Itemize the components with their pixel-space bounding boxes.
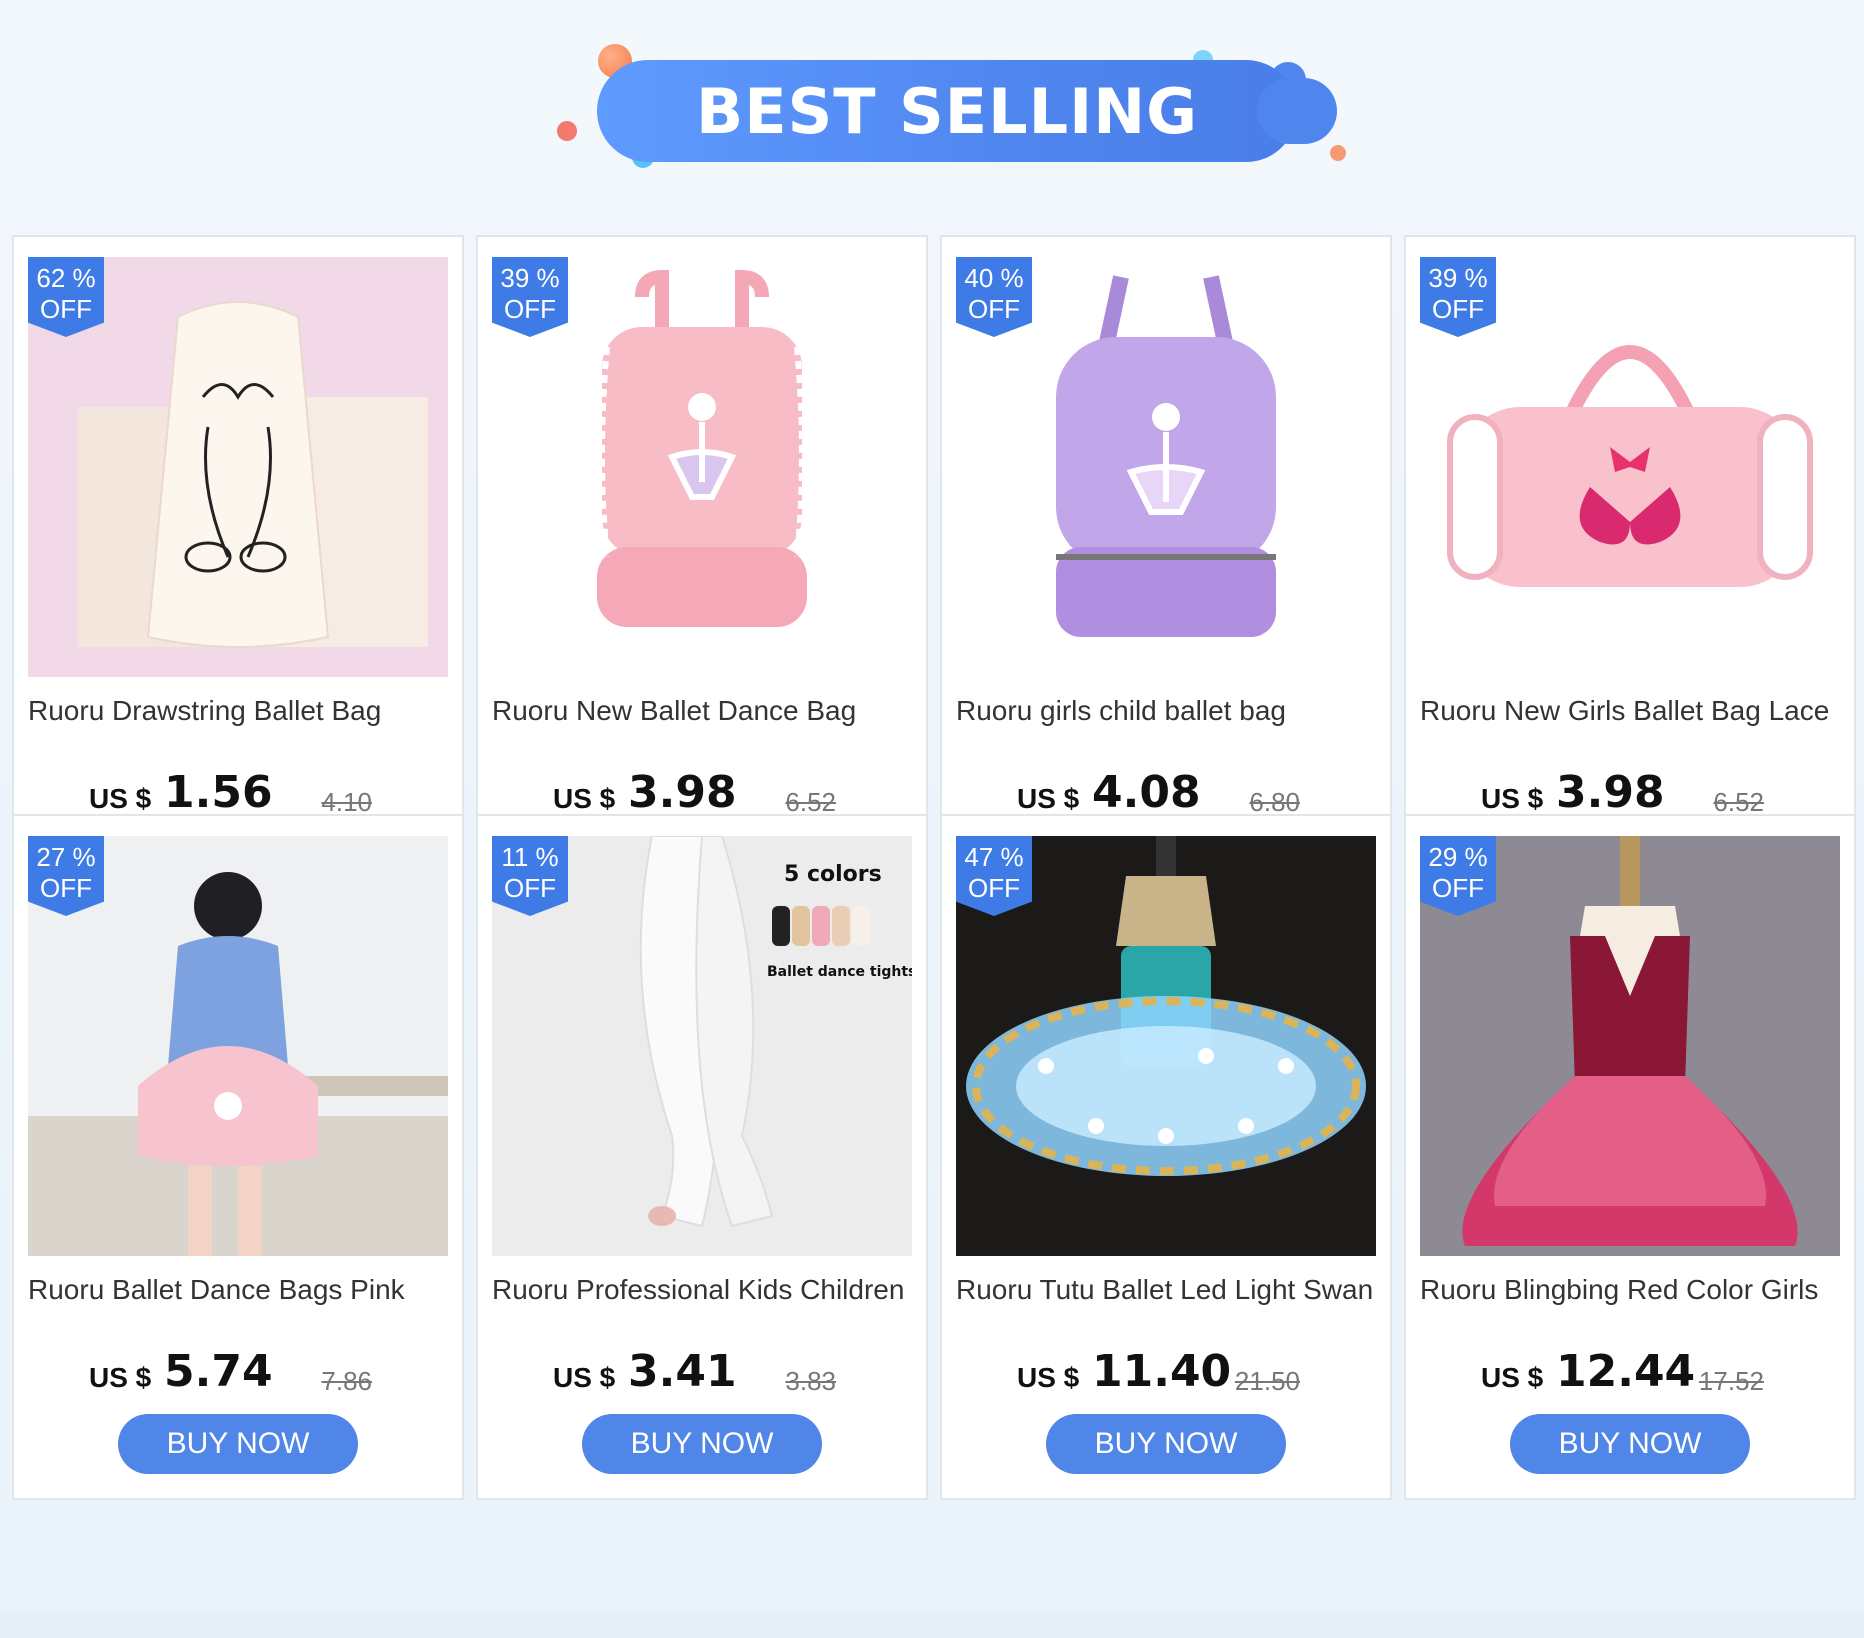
decor-dot-peach (1330, 145, 1346, 161)
price-row: US $ 11.40 21.50 (942, 1346, 1394, 1406)
product-title[interactable]: Ruoru New Girls Ballet Bag Lace (1420, 695, 1850, 727)
price-row: US $ 5.74 7.86 (14, 1346, 466, 1406)
best-selling-banner: BEST SELLING (0, 0, 1864, 220)
discount-percent: 29 % (1428, 842, 1488, 872)
discount-percent: 11 % (501, 842, 559, 872)
product-card[interactable]: 27 % OFF Ruoru Ballet Dance Bags Pink US… (12, 814, 464, 1500)
current-price: 4.08 (1092, 767, 1201, 818)
discount-percent: 27 % (36, 842, 96, 872)
product-title[interactable]: Ruoru New Ballet Dance Bag (492, 695, 922, 727)
buy-now-button[interactable]: BUY NOW (118, 1414, 358, 1474)
product-title[interactable]: Ruoru Blingbing Red Color Girls (1420, 1274, 1850, 1306)
original-price: 7.86 (321, 1366, 372, 1396)
discount-badge: 39 % OFF (1420, 257, 1496, 337)
discount-off-label: OFF (1432, 873, 1484, 903)
original-price: 17.52 (1698, 1366, 1764, 1396)
price-row: US $ 12.44 17.52 (1406, 1346, 1858, 1406)
discount-off-label: OFF (968, 294, 1020, 324)
discount-percent: 62 % (36, 263, 96, 293)
bottom-strip (0, 1610, 1864, 1638)
decor-dot-red (557, 121, 577, 141)
buy-now-button[interactable]: BUY NOW (1510, 1414, 1750, 1474)
product-title[interactable]: Ruoru Ballet Dance Bags Pink (28, 1274, 458, 1306)
product-title[interactable]: Ruoru Professional Kids Children (492, 1274, 922, 1306)
discount-off-label: OFF (504, 873, 556, 903)
original-price: 3.83 (785, 1366, 836, 1396)
current-price: 12.44 (1556, 1346, 1696, 1397)
product-title[interactable]: Ruoru girls child ballet bag (956, 695, 1386, 727)
discount-badge: 62 % OFF (28, 257, 104, 337)
price-row: US $ 3.41 3.83 (478, 1346, 930, 1406)
product-title[interactable]: Ruoru Tutu Ballet Led Light Swan (956, 1274, 1386, 1306)
discount-off-label: OFF (40, 873, 92, 903)
product-title[interactable]: Ruoru Drawstring Ballet Bag (28, 695, 458, 727)
overlay-colors-text: 5 colors (784, 862, 882, 887)
original-price: 21.50 (1234, 1366, 1300, 1396)
currency-label: US $ (553, 1362, 616, 1393)
current-price: 3.41 (628, 1346, 737, 1397)
currency-label: US $ (89, 1362, 152, 1393)
discount-badge: 27 % OFF (28, 836, 104, 916)
currency-label: US $ (89, 783, 152, 814)
discount-off-label: OFF (968, 873, 1020, 903)
product-card[interactable]: 47 % OFF Ruoru Tutu Ballet Led Light Swa… (940, 814, 1392, 1500)
discount-badge: 47 % OFF (956, 836, 1032, 916)
current-price: 1.56 (164, 767, 273, 818)
discount-badge: 11 % OFF (492, 836, 568, 916)
discount-percent: 40 % (964, 263, 1024, 293)
current-price: 3.98 (628, 767, 737, 818)
discount-percent: 47 % (964, 842, 1024, 872)
discount-off-label: OFF (1432, 294, 1484, 324)
product-card[interactable]: 5 colors Ballet dance tights 11 % OFF Ru… (476, 814, 928, 1500)
discount-percent: 39 % (1428, 263, 1488, 293)
currency-label: US $ (1481, 1362, 1544, 1393)
buy-now-button[interactable]: BUY NOW (1046, 1414, 1286, 1474)
discount-percent: 39 % (500, 263, 560, 293)
product-card[interactable]: 29 % OFF Ruoru Blingbing Red Color Girls… (1404, 814, 1856, 1500)
discount-off-label: OFF (504, 294, 556, 324)
discount-badge: 40 % OFF (956, 257, 1032, 337)
currency-label: US $ (1017, 783, 1080, 814)
current-price: 11.40 (1092, 1346, 1232, 1397)
currency-label: US $ (1481, 783, 1544, 814)
discount-badge: 29 % OFF (1420, 836, 1496, 916)
currency-label: US $ (553, 783, 616, 814)
overlay-tights-text: Ballet dance tights (767, 964, 912, 980)
current-price: 3.98 (1556, 767, 1665, 818)
banner-title: BEST SELLING (695, 74, 1198, 148)
discount-off-label: OFF (40, 294, 92, 324)
buy-now-button[interactable]: BUY NOW (582, 1414, 822, 1474)
currency-label: US $ (1017, 1362, 1080, 1393)
current-price: 5.74 (164, 1346, 273, 1397)
discount-badge: 39 % OFF (492, 257, 568, 337)
